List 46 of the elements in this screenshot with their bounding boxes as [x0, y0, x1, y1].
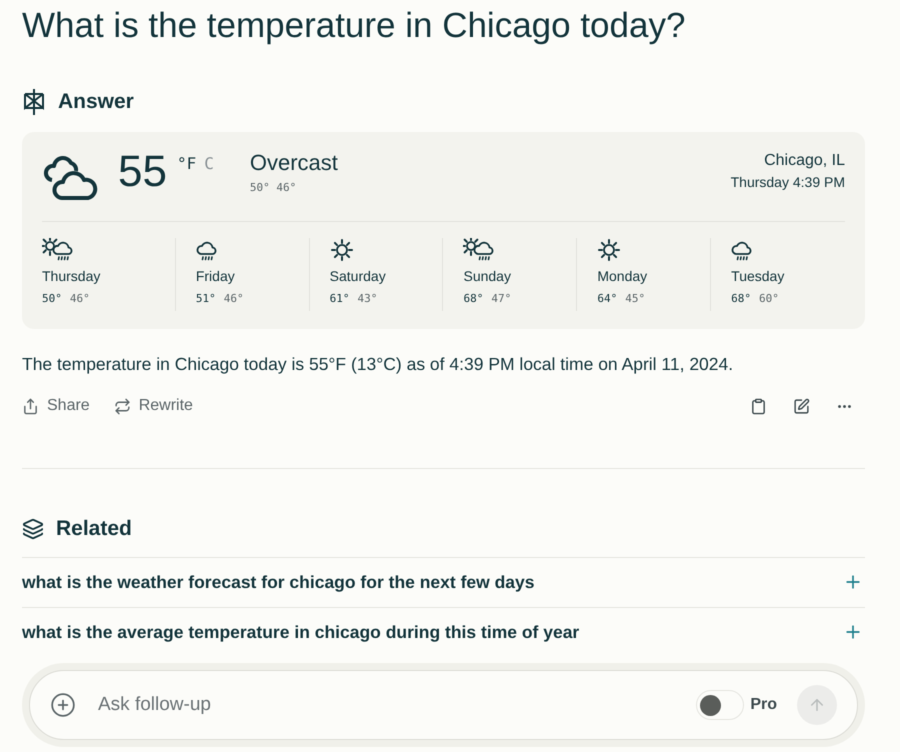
- current-temperature: 55: [118, 150, 167, 194]
- location-label: Chicago, IL: [764, 150, 845, 170]
- low-temperature: 47°: [491, 290, 512, 306]
- follow-up-input[interactable]: Ask follow-up: [98, 690, 696, 720]
- sun-icon: [597, 238, 622, 262]
- answer-text: The temperature in Chicago today is 55°F (13°C) as of 4:39 PM local time on April 11, 2024.: [22, 353, 734, 376]
- related-icon: [22, 518, 44, 540]
- copy-icon[interactable]: [750, 398, 767, 414]
- related-item[interactable]: what is the average temperature in chicago during this time of year: [22, 606, 865, 656]
- high-temperature: 68°: [463, 290, 484, 306]
- answer-heading: Answer: [58, 89, 134, 115]
- sun-rain-cloud-icon: [42, 238, 74, 262]
- share-button[interactable]: Share: [22, 394, 90, 418]
- high-temperature: 50°: [42, 290, 62, 306]
- pro-label: Pro: [750, 695, 777, 715]
- low-temperature: 46°: [70, 290, 90, 306]
- sun-rain-cloud-icon: [463, 238, 496, 262]
- related-heading: Related: [56, 516, 132, 542]
- day-label: Thursday: [42, 266, 100, 286]
- day-label: Monday: [597, 266, 648, 286]
- high-temperature: 51°: [196, 290, 216, 306]
- unit-toggle[interactable]: °F: [176, 152, 196, 176]
- day-label: Friday: [196, 266, 235, 286]
- pro-toggle[interactable]: [696, 690, 744, 720]
- rewrite-button[interactable]: Rewrite: [114, 394, 193, 418]
- high-low-temperature: 50° 46°: [250, 180, 298, 196]
- day-label: Saturday: [330, 266, 386, 286]
- question-title: What is the temperature in Chicago today?: [22, 5, 686, 47]
- low-temperature: 45°: [625, 290, 646, 306]
- low-temperature: 43°: [358, 290, 378, 306]
- follow-up-field[interactable]: Ask follow-up Pro: [29, 670, 858, 740]
- low-temperature: 46°: [224, 290, 244, 306]
- share-icon: [22, 398, 39, 414]
- high-temperature: 61°: [330, 290, 350, 306]
- time-label: Thursday 4:39 PM: [730, 172, 845, 192]
- high-temperature: 64°: [597, 290, 618, 306]
- day-label: Sunday: [463, 266, 511, 286]
- condition-label: Overcast: [250, 150, 338, 176]
- attach-icon[interactable]: [50, 692, 76, 718]
- edit-icon[interactable]: [793, 398, 810, 414]
- sun-icon: [330, 238, 354, 262]
- low-temperature: 60°: [759, 290, 779, 306]
- rewrite-icon: [114, 398, 131, 414]
- day-label: Tuesday: [731, 266, 784, 286]
- related-item[interactable]: what is the weather forecast for chicago for the next few days: [22, 556, 865, 606]
- high-temperature: 68°: [731, 290, 752, 306]
